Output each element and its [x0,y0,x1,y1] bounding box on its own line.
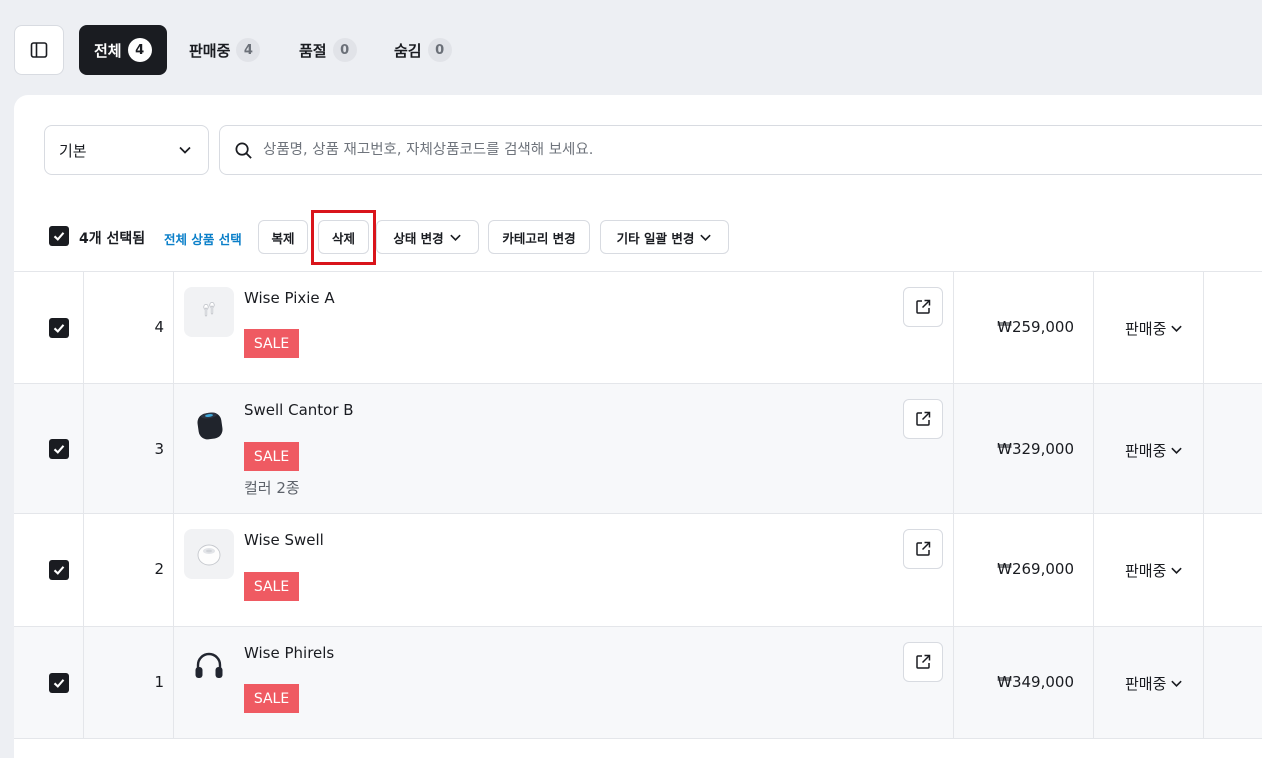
open-external-button[interactable] [903,399,943,439]
product-name[interactable]: Wise Swell [244,531,324,549]
table-row[interactable]: 3 Swell Cantor B SALE 컬러 2종 ₩329,000 판매중 [14,383,1262,513]
status-change-button[interactable]: 상태 변경 [376,220,479,254]
row-checkbox[interactable] [49,439,69,459]
product-thumbnail [184,287,234,337]
table-row[interactable]: 4 Wise Pixie A SALE ₩259,000 판매중 [14,271,1262,383]
variant-text: 컬러 2종 [244,479,300,497]
product-price: ₩329,000 [997,440,1074,458]
product-table: 4 Wise Pixie A SALE ₩259,000 판매중 3 Swell… [14,271,1262,758]
table-row[interactable]: 2 Wise Swell SALE ₩269,000 판매중 [14,513,1262,626]
status-dropdown[interactable]: 판매중 [1125,560,1183,581]
other-bulk-change-button[interactable]: 기타 일괄 변경 [600,220,729,254]
sidebar-panel-icon [30,42,48,58]
search-box [219,125,1262,175]
tab-hidden[interactable]: 숨김 0 [394,25,452,75]
delete-button[interactable]: 삭제 [318,220,369,254]
duplicate-button-label: 복제 [271,230,295,246]
tab-on-sale[interactable]: 판매중 4 [189,25,261,75]
status-dropdown[interactable]: 판매중 [1125,440,1183,461]
tab-all[interactable]: 전체 4 [79,25,167,75]
product-name[interactable]: Wise Phirels [244,644,334,662]
open-external-button[interactable] [903,287,943,327]
open-external-button[interactable] [903,529,943,569]
selected-count: 4개 선택됨 [79,231,146,247]
sale-badge: SALE [244,442,299,471]
tab-hidden-count: 0 [427,38,452,62]
checkmark-icon [53,679,65,688]
smart-speaker-icon [197,412,223,440]
product-price: ₩349,000 [997,673,1074,691]
filter-select[interactable]: 기본 [44,125,209,175]
chevron-down-icon [449,234,461,241]
row-checkbox[interactable] [49,560,69,580]
row-checkbox[interactable] [49,318,69,338]
product-price: ₩259,000 [997,318,1074,336]
category-change-button-label: 카테고리 변경 [502,230,576,246]
headphones-icon [195,652,223,678]
chevron-down-icon [1171,325,1183,332]
status-change-button-label: 상태 변경 [393,230,444,246]
checkmark-icon [53,566,65,575]
search-input[interactable] [263,142,1163,158]
chevron-down-icon [179,146,191,154]
tab-hidden-label: 숨김 [394,41,422,60]
top-bar: 전체 4 판매중 4 품절 0 숨김 0 [0,0,1262,95]
product-thumbnail [184,642,234,692]
external-link-icon [916,541,931,556]
product-price: ₩269,000 [997,560,1074,578]
chevron-down-icon [1171,447,1183,454]
row-checkbox[interactable] [49,673,69,693]
tab-sold-out-count: 0 [332,38,357,62]
tab-sold-out[interactable]: 품절 0 [299,25,357,75]
select-all-products-link[interactable]: 전체 상품 선택 [164,229,242,248]
checkmark-icon [53,445,65,454]
bulk-action-bar: 4개 선택됨 전체 상품 선택 복제 삭제 상태 변경 카테고리 변경 기타 일… [14,220,1262,254]
status-label: 판매중 [1125,442,1167,460]
sale-badge: SALE [244,572,299,601]
row-index: 1 [154,673,164,691]
product-thumbnail [184,399,234,449]
table-row[interactable]: 1 Wise Phirels SALE ₩349,000 판매중 [14,626,1262,738]
external-link-icon [916,299,931,314]
table-bottom-border [14,738,1262,758]
sale-badge: SALE [244,329,299,358]
product-panel: 기본 4개 선택됨 전체 상품 선택 복제 삭제 상태 변경 카테고리 변경 [14,95,1262,758]
other-bulk-change-button-label: 기타 일괄 변경 [616,230,695,246]
tab-on-sale-label: 판매중 [189,41,231,60]
checkmark-icon [53,232,65,241]
delete-button-label: 삭제 [331,230,355,246]
chevron-down-icon [1171,567,1183,574]
tab-sold-out-label: 품절 [299,41,327,60]
status-label: 판매중 [1125,562,1167,580]
tab-all-label: 전체 [94,41,122,60]
product-name[interactable]: Wise Pixie A [244,289,335,307]
status-label: 판매중 [1125,675,1167,693]
checkmark-icon [53,324,65,333]
status-dropdown[interactable]: 판매중 [1125,318,1183,339]
chevron-down-icon [700,234,712,241]
tab-on-sale-count: 4 [236,38,261,62]
earbuds-icon [203,302,215,317]
mini-speaker-icon [197,544,221,566]
category-change-button[interactable]: 카테고리 변경 [488,220,590,254]
filter-select-value: 기본 [59,141,87,160]
product-thumbnail [184,529,234,579]
sale-badge: SALE [244,684,299,713]
select-all-checkbox[interactable] [49,226,69,246]
search-icon [235,142,252,159]
status-dropdown[interactable]: 판매중 [1125,673,1183,694]
external-link-icon [916,411,931,426]
row-index: 2 [154,560,164,578]
row-index: 3 [154,440,164,458]
sidebar-toggle-button[interactable] [14,25,64,75]
row-index: 4 [154,318,164,336]
status-label: 판매중 [1125,320,1167,338]
chevron-down-icon [1171,680,1183,687]
duplicate-button[interactable]: 복제 [258,220,308,254]
tab-all-count: 4 [127,38,152,62]
product-name[interactable]: Swell Cantor B [244,401,354,419]
external-link-icon [916,654,931,669]
open-external-button[interactable] [903,642,943,682]
